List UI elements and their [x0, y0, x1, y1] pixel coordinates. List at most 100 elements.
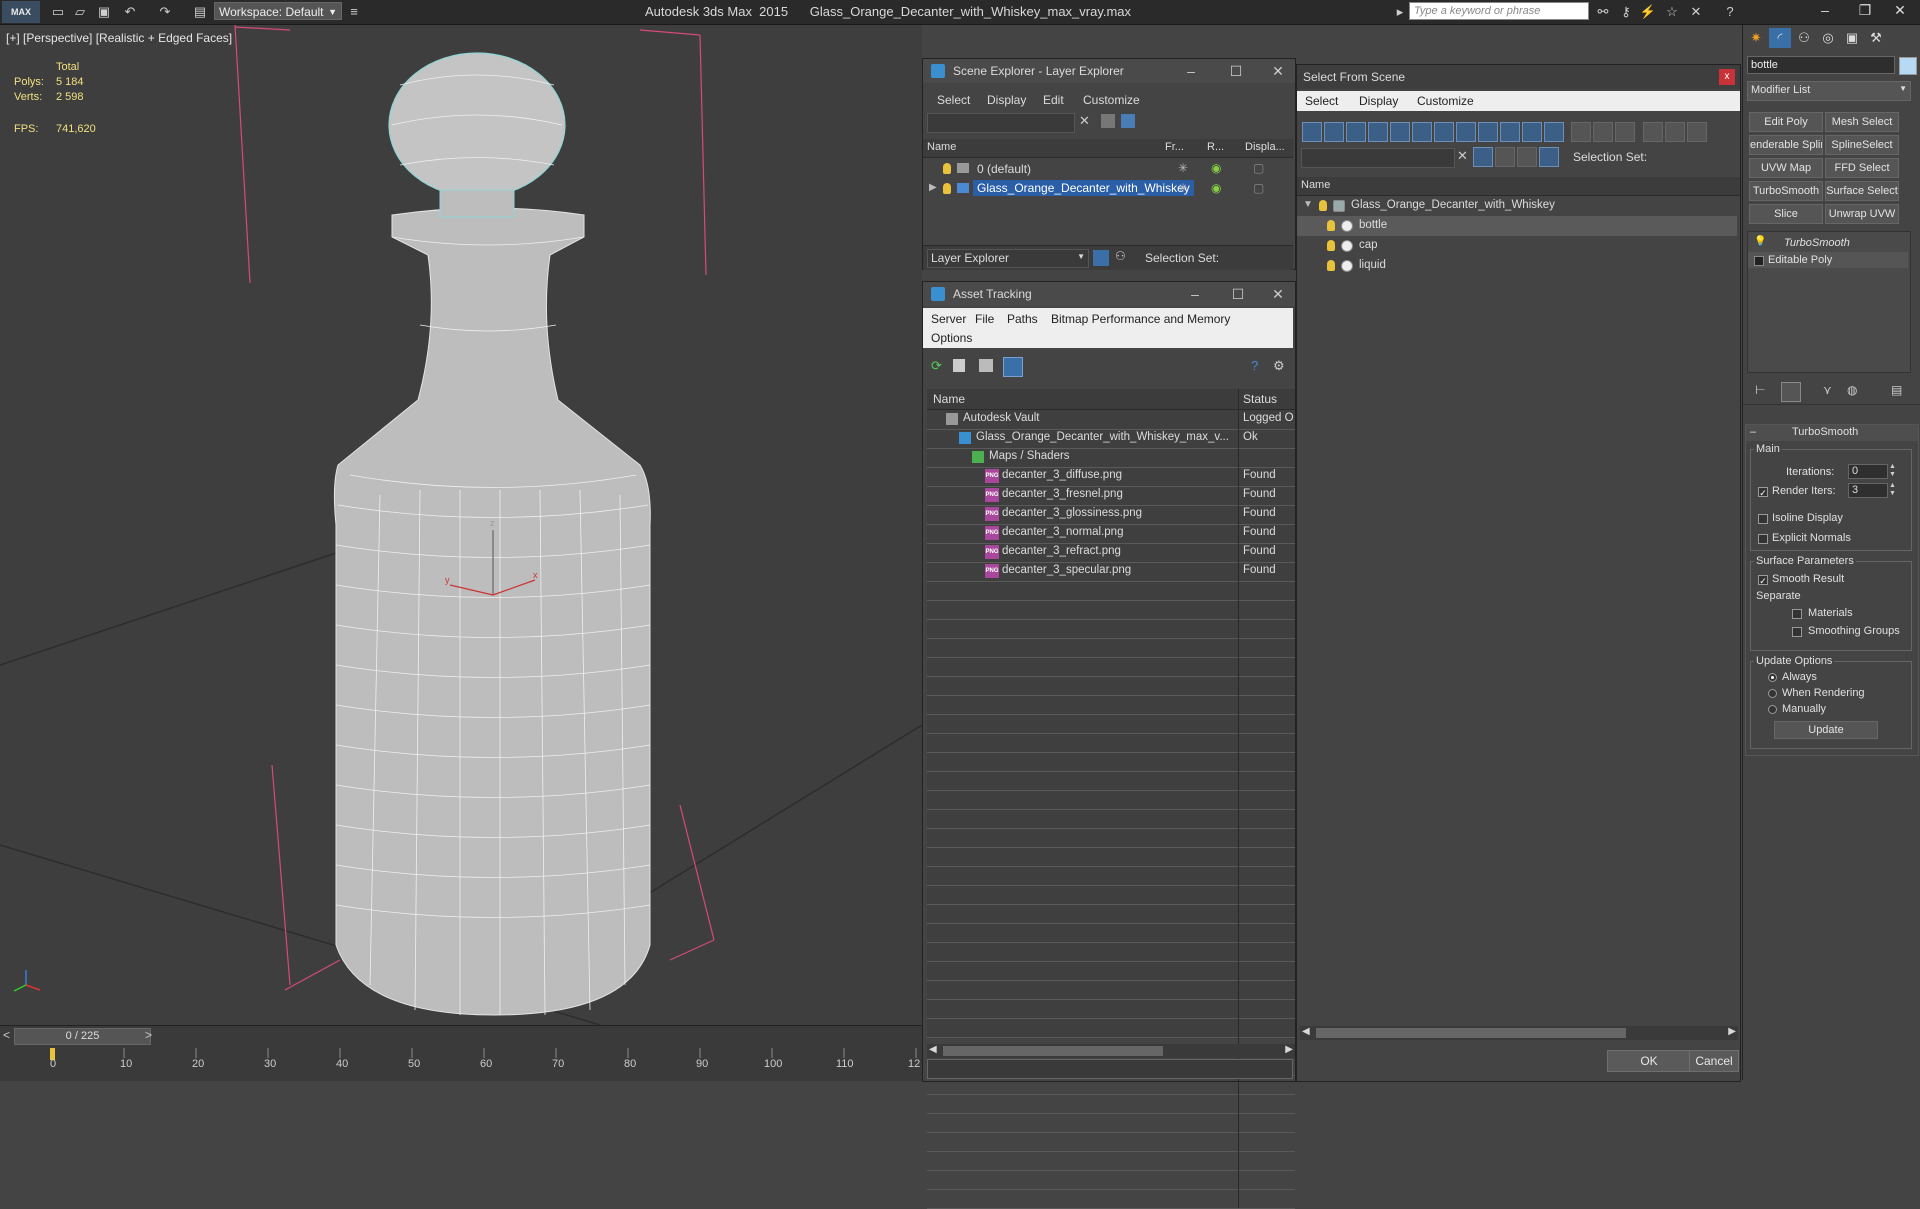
col-name[interactable]: Name — [933, 392, 965, 406]
binoculars-icon[interactable]: ⚯ — [1593, 2, 1613, 22]
explicit-normals-checkbox[interactable] — [1758, 534, 1768, 544]
scroll-left-icon[interactable]: ◀ — [929, 1044, 937, 1055]
stack-item[interactable]: 💡 TurboSmooth — [1748, 235, 1908, 251]
filter-icon[interactable] — [1101, 114, 1115, 128]
expand-box-icon[interactable] — [1754, 256, 1764, 266]
menu-display[interactable]: Display — [1359, 94, 1398, 108]
display-spacewarps-icon[interactable] — [1412, 122, 1432, 142]
perspective-viewport[interactable]: [+] [Perspective] [Realistic + Edged Fac… — [0, 25, 922, 1025]
thumbnail-view-icon[interactable] — [979, 359, 993, 372]
list-view-icon[interactable] — [953, 359, 965, 372]
select-dependents-icon[interactable] — [1539, 147, 1559, 167]
table-view-icon[interactable] — [1003, 357, 1023, 377]
menu-select[interactable]: Select — [1305, 94, 1338, 108]
display-all-icon[interactable] — [1571, 122, 1591, 142]
maximize-button[interactable]: ☐ — [1221, 59, 1251, 83]
layers-icon[interactable] — [1093, 250, 1109, 266]
display-tab-icon[interactable]: ▣ — [1841, 28, 1863, 48]
key-icon[interactable]: ⚷ — [1616, 2, 1636, 22]
asset-row[interactable]: PNG decanter_3_specular.png Found — [927, 562, 1295, 582]
manually-radio[interactable] — [1768, 705, 1777, 714]
new-file-icon[interactable]: ▭ — [48, 2, 68, 22]
bulb-icon[interactable]: 💡 — [1754, 236, 1766, 247]
close-button[interactable]: ✕ — [1263, 59, 1293, 83]
filter-icon[interactable] — [1643, 122, 1663, 142]
display-frozen-icon[interactable] — [1522, 122, 1542, 142]
collapse-arrow-icon[interactable]: ▼ — [1303, 199, 1313, 210]
mesh-select-button[interactable]: Mesh Select — [1825, 112, 1899, 132]
sfs-search-input[interactable] — [1301, 148, 1455, 168]
create-tab-icon[interactable]: ✷ — [1745, 28, 1767, 48]
display-hidden-icon[interactable] — [1544, 122, 1564, 142]
restore-button[interactable]: ❐ — [1850, 2, 1880, 19]
isoline-checkbox[interactable] — [1758, 514, 1768, 524]
workspace-dropdown[interactable]: Workspace: Default ▼ — [214, 2, 342, 20]
materials-checkbox[interactable] — [1792, 609, 1802, 619]
workspace-menu-icon[interactable]: ≡ — [344, 2, 364, 22]
column-divider[interactable] — [1238, 389, 1239, 409]
display-groups-icon[interactable] — [1434, 122, 1454, 142]
horizontal-scrollbar[interactable]: ◀ ▶ — [927, 1044, 1295, 1058]
menu-customize[interactable]: Customize — [1417, 94, 1474, 108]
modifier-list-dropdown[interactable]: Modifier List ▼ — [1747, 81, 1911, 101]
light-bulb-icon[interactable] — [1327, 240, 1335, 251]
menu-paths[interactable]: Paths — [1007, 312, 1038, 326]
spinner-arrows-icon[interactable]: ▲ ▼ — [1889, 482, 1896, 498]
maximize-button[interactable]: ☐ — [1223, 282, 1253, 306]
menu-display[interactable]: Display — [987, 93, 1026, 107]
utilities-tab-icon[interactable]: ⚒ — [1865, 28, 1887, 48]
modify-tab-icon[interactable]: ◜ — [1769, 28, 1791, 48]
spline-select-button[interactable]: SplineSelect — [1825, 135, 1899, 155]
ffd-select-button[interactable]: FFD Select — [1825, 158, 1899, 178]
renderable-spline-button[interactable]: enderable Splir — [1749, 135, 1823, 155]
layer-settings-icon[interactable] — [1121, 114, 1135, 128]
scene-object-row[interactable]: ▼ Glass_Orange_Decanter_with_Whiskey — [1297, 196, 1737, 216]
freeze-icon[interactable]: ✳ — [1178, 181, 1188, 195]
layer-view-icon[interactable] — [1687, 122, 1707, 142]
scene-explorer-search-input[interactable] — [927, 113, 1075, 133]
col-name[interactable]: Name — [1301, 179, 1330, 191]
display-geometry-icon[interactable] — [1302, 122, 1322, 142]
light-bulb-icon[interactable] — [1327, 220, 1335, 231]
minimize-button[interactable]: – — [1810, 2, 1840, 18]
menu-options[interactable]: Options — [931, 331, 972, 345]
object-color-swatch[interactable] — [1899, 57, 1917, 75]
favorite-star-icon[interactable]: ☆ — [1662, 2, 1682, 22]
light-bulb-icon[interactable] — [1327, 260, 1335, 271]
display-lights-icon[interactable] — [1346, 122, 1366, 142]
make-unique-icon[interactable]: ⋎ — [1823, 383, 1832, 397]
asset-row[interactable]: Autodesk Vault Logged O — [927, 410, 1295, 430]
edit-poly-button[interactable]: Edit Poly — [1749, 112, 1823, 132]
scroll-left-icon[interactable]: ◀ — [1302, 1026, 1310, 1037]
time-prev-button[interactable]: < — [3, 1028, 10, 1042]
hierarchy-tab-icon[interactable]: ⚇ — [1793, 28, 1815, 48]
rollout-header[interactable]: – TurboSmooth — [1746, 425, 1918, 441]
asset-row[interactable]: PNG decanter_3_diffuse.png Found — [927, 467, 1295, 487]
asset-path-field[interactable] — [927, 1059, 1293, 1079]
scene-object-row[interactable]: bottle — [1297, 216, 1737, 236]
render-teapot-icon[interactable]: ◉ — [1211, 161, 1221, 175]
col-name[interactable]: Name — [927, 141, 956, 153]
expand-arrow-icon[interactable]: ▶ — [929, 182, 937, 193]
asset-row[interactable]: PNG decanter_3_normal.png Found — [927, 524, 1295, 544]
minimize-button[interactable]: – — [1180, 282, 1210, 306]
horizontal-scrollbar[interactable]: ◀ ▶ — [1300, 1026, 1738, 1040]
help-icon[interactable]: ? — [1720, 2, 1740, 22]
render-iters-checkbox[interactable]: ✓ — [1758, 487, 1768, 498]
menu-server[interactable]: Server — [931, 312, 966, 326]
object-name-input[interactable]: bottle — [1747, 56, 1895, 74]
display-box-icon[interactable]: ▢ — [1253, 181, 1264, 195]
layer-row[interactable]: 0 (default) ✳ ◉ ▢ — [923, 159, 1293, 179]
asset-row[interactable]: PNG decanter_3_glossiness.png Found — [927, 505, 1295, 525]
scene-object-row[interactable]: cap — [1297, 236, 1737, 256]
col-frozen[interactable]: Fr... — [1165, 141, 1184, 153]
clear-search-icon[interactable]: ✕ — [1079, 113, 1090, 129]
layers-icon[interactable] — [1517, 147, 1537, 167]
menu-select[interactable]: Select — [937, 93, 970, 107]
light-bulb-icon[interactable] — [943, 183, 951, 194]
open-folder-icon[interactable]: ▱ — [70, 2, 90, 22]
settings-icon[interactable]: ⚙ — [1273, 358, 1285, 374]
asset-row[interactable]: Maps / Shaders — [927, 448, 1295, 468]
freeze-icon[interactable]: ✳ — [1178, 161, 1188, 175]
configure-sets-icon[interactable]: ▤ — [1891, 383, 1902, 397]
